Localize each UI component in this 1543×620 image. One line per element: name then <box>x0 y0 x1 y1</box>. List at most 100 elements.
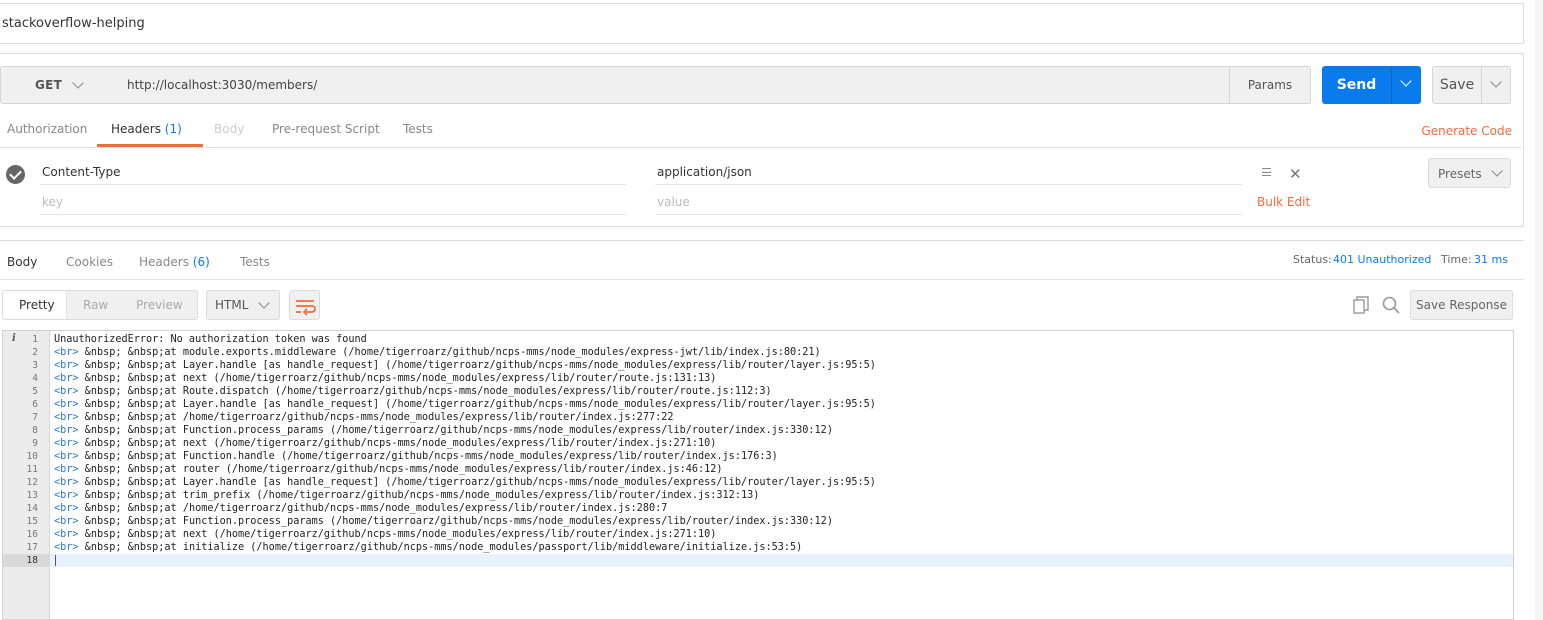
code-text: <br> &nbsp; &nbsp;at trim_prefix (/home/… <box>54 489 759 502</box>
code-line: 3 <br> &nbsp; &nbsp;at Layer.handle [as h… <box>3 359 1513 372</box>
tab-pre-request-script[interactable]: Pre-request Script <box>272 122 380 144</box>
code-line: 2 <br> &nbsp; &nbsp;at module.exports.mid… <box>3 346 1513 359</box>
code-text: <br> &nbsp; &nbsp;at next (/home/tigerro… <box>54 528 716 541</box>
response-tab-headers-count: (6) <box>192 255 210 269</box>
code-line: 13 <br> &nbsp; &nbsp;at trim_prefix (/hom… <box>3 489 1513 502</box>
code-content: UnauthorizedError: No authorization toke… <box>54 334 367 345</box>
tab-headers-count: (1) <box>164 122 182 136</box>
line-number: 1 <box>32 334 38 345</box>
preview-button[interactable]: Preview <box>136 298 183 312</box>
html-tag: <br> <box>54 516 79 527</box>
code-lines: 1 i UnauthorizedError: No authorization to… <box>3 333 1513 567</box>
code-content: &nbsp; &nbsp;at Function.process_params … <box>78 516 833 527</box>
line-number: 12 <box>26 477 38 488</box>
presets-dropdown[interactable]: Presets <box>1428 158 1511 188</box>
code-line: 7 <br> &nbsp; &nbsp;at /home/tigerroarz/g… <box>3 411 1513 424</box>
code-line: 12 <br> &nbsp; &nbsp;at Layer.handle [as … <box>3 476 1513 489</box>
line-number: 8 <box>32 425 38 436</box>
header-row-empty: key value Bulk Edit <box>0 187 1522 219</box>
code-line: 5 <br> &nbsp; &nbsp;at Route.dispatch (/h… <box>3 385 1513 398</box>
save-response-button[interactable]: Save Response <box>1410 290 1513 320</box>
pretty-button[interactable]: Pretty <box>17 291 57 319</box>
tab-tests[interactable]: Tests <box>403 122 433 144</box>
line-number: 6 <box>32 399 38 410</box>
wrap-lines-button[interactable] <box>289 290 320 320</box>
html-tag: <br> <box>54 425 79 436</box>
header-key: Content-Type <box>42 165 121 179</box>
close-icon[interactable]: ✕ <box>1289 165 1302 183</box>
header-key-field[interactable]: Content-Type <box>40 157 626 185</box>
code-content: &nbsp; &nbsp;at /home/tigerroarz/github/… <box>78 412 674 423</box>
code-text: <br> &nbsp; &nbsp;at Layer.handle [as ha… <box>54 398 876 411</box>
html-tag: <br> <box>54 464 79 475</box>
format-select[interactable]: HTML <box>206 290 280 320</box>
html-tag: <br> <box>54 490 79 501</box>
tab-headers[interactable]: Headers (1) <box>97 122 203 147</box>
response-tab-body[interactable]: Body <box>7 255 37 269</box>
presets-label: Presets <box>1438 167 1482 181</box>
chevron-down-icon <box>258 297 270 309</box>
code-text: UnauthorizedError: No authorization toke… <box>54 333 367 346</box>
code-content: &nbsp; &nbsp;at Function.process_params … <box>78 425 833 436</box>
request-panel: GET http://localhost:3030/members/ Param… <box>0 53 1524 227</box>
code-text: <br> &nbsp; &nbsp;at Function.process_pa… <box>54 515 833 528</box>
hamburger-icon[interactable] <box>1262 168 1271 176</box>
tab-body[interactable]: Body <box>214 122 244 144</box>
header-value-field[interactable]: application/json <box>655 157 1242 185</box>
line-number: 11 <box>26 464 38 475</box>
response-tab-headers[interactable]: Headers (6) <box>139 255 210 269</box>
method-select[interactable]: GET <box>0 66 116 104</box>
code-line: 6 <br> &nbsp; &nbsp;at Layer.handle [as h… <box>3 398 1513 411</box>
line-number: 14 <box>26 503 38 514</box>
code-line: 14 <br> &nbsp; &nbsp;at /home/tigerroarz/… <box>3 502 1513 515</box>
response-body-editor[interactable]: 1 i UnauthorizedError: No authorization to… <box>2 330 1514 620</box>
search-icon[interactable] <box>1382 296 1400 314</box>
wrap-lines-icon <box>296 300 316 316</box>
generate-code-link[interactable]: Generate Code <box>1421 124 1512 138</box>
code-content: &nbsp; &nbsp;at Layer.handle [as handle_… <box>78 477 876 488</box>
window-scrollbar[interactable] <box>1535 0 1543 620</box>
method-label: GET <box>35 78 63 92</box>
code-text: <br> &nbsp; &nbsp;at /home/tigerroarz/gi… <box>54 502 667 515</box>
send-button[interactable]: Send <box>1322 66 1391 104</box>
code-text: <br> &nbsp; &nbsp;at Function.process_pa… <box>54 424 833 437</box>
code-text: <br> &nbsp; &nbsp;at Route.dispatch (/ho… <box>54 385 772 398</box>
copy-icon[interactable] <box>1353 296 1369 314</box>
params-button[interactable]: Params <box>1229 66 1311 104</box>
header-row: Content-Type application/json ✕ <box>0 157 1522 191</box>
html-tag: <br> <box>54 360 79 371</box>
save-button[interactable]: Save <box>1432 66 1482 104</box>
line-number: 16 <box>26 529 38 540</box>
collection-title-bar: stackoverflow-helping <box>0 3 1524 44</box>
key-placeholder: key <box>42 195 64 209</box>
html-tag: <br> <box>54 373 79 384</box>
line-number: 5 <box>32 386 38 397</box>
code-content: &nbsp; &nbsp;at next (/home/tigerroarz/g… <box>78 529 717 540</box>
send-dropdown-button[interactable] <box>1391 66 1421 104</box>
save-dropdown-button[interactable] <box>1481 66 1511 104</box>
html-tag: <br> <box>54 399 79 410</box>
header-key-placeholder-field[interactable]: key <box>40 187 626 215</box>
tab-authorization[interactable]: Authorization <box>7 122 87 144</box>
format-label: HTML <box>215 298 249 312</box>
raw-button[interactable]: Raw <box>83 298 108 312</box>
code-line: 11 <br> &nbsp; &nbsp;at router (/home/tig… <box>3 463 1513 476</box>
url-input[interactable]: http://localhost:3030/members/ <box>115 66 1230 104</box>
time-label: Time: <box>1441 253 1472 266</box>
response-tab-tests[interactable]: Tests <box>240 255 270 269</box>
code-text: <br> &nbsp; &nbsp;at Layer.handle [as ha… <box>54 476 876 489</box>
header-value-placeholder-field[interactable]: value <box>655 187 1242 215</box>
code-line: 18 <box>3 554 1513 567</box>
response-tab-cookies[interactable]: Cookies <box>66 255 113 269</box>
html-tag: <br> <box>54 412 79 423</box>
line-number: 17 <box>26 542 38 553</box>
code-content: &nbsp; &nbsp;at /home/tigerroarz/github/… <box>78 503 668 514</box>
code-content: &nbsp; &nbsp;at Route.dispatch (/home/ti… <box>78 386 772 397</box>
text-caret <box>55 555 56 566</box>
code-text: <br> &nbsp; &nbsp;at /home/tigerroarz/gi… <box>54 411 674 424</box>
code-content: &nbsp; &nbsp;at Layer.handle [as handle_… <box>78 399 876 410</box>
check-circle-icon[interactable] <box>6 165 25 184</box>
code-line: 17 <br> &nbsp; &nbsp;at initialize (/home… <box>3 541 1513 554</box>
code-content: &nbsp; &nbsp;at module.exports.middlewar… <box>78 347 821 358</box>
bulk-edit-link[interactable]: Bulk Edit <box>1257 195 1310 209</box>
